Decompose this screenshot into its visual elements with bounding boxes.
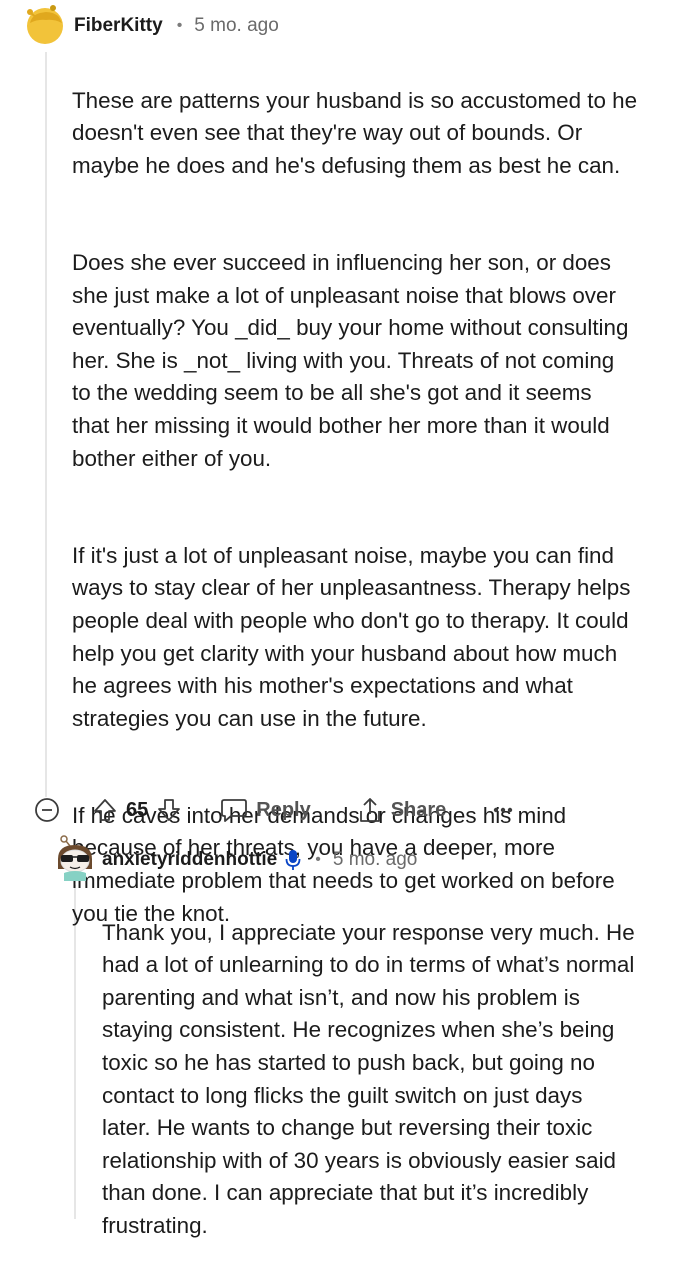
avatar[interactable] [24,3,66,50]
reply-label: Reply [256,798,311,821]
reply-button[interactable]: Reply [220,797,311,823]
upvote-button[interactable] [92,797,118,823]
downvote-button[interactable] [156,797,182,823]
timestamp: 5 mo. ago [194,15,279,36]
vote-count: 65 [126,798,149,821]
share-button[interactable]: Share [357,796,447,824]
username[interactable]: anxietyriddenhottie [102,849,277,871]
collapse-minus-icon [35,798,59,822]
snoo-avatar-icon [27,4,63,44]
avatar[interactable] [52,833,98,888]
microphone-icon [285,850,301,870]
reply-header: anxietyriddenhottie • 5 mo. ago [52,834,418,882]
more-dots-icon [494,807,513,813]
comment-paragraph: If it's just a lot of unpleasant noise, … [72,542,631,731]
speech-bubble-icon [221,799,248,822]
op-badge [285,849,301,871]
timestamp: 5 mo. ago [332,849,418,870]
reply-paragraph: Thank you, I appreciate your response ve… [102,919,635,1238]
comment-action-bar: 65 Reply Share [34,790,514,830]
thread-line[interactable] [45,52,47,797]
comment-paragraph: Does she ever succeed in influencing her… [72,249,629,471]
share-label: Share [390,798,447,821]
comment-header: FiberKitty • 5 mo. ago [24,4,279,46]
separator-dot: • [176,17,183,34]
reply-body: Thank you, I appreciate your response ve… [102,884,692,1275]
username[interactable]: FiberKitty [74,15,163,37]
upvote-arrow-icon [94,799,116,821]
comment-paragraph: These are patterns your husband is so ac… [72,87,638,178]
collapse-button[interactable] [34,797,60,823]
share-upload-icon [359,798,380,822]
snoo-sunglasses-avatar-icon [58,834,92,881]
separator-dot: • [315,851,321,868]
downvote-arrow-icon [158,799,181,821]
more-options-button[interactable] [492,805,514,815]
